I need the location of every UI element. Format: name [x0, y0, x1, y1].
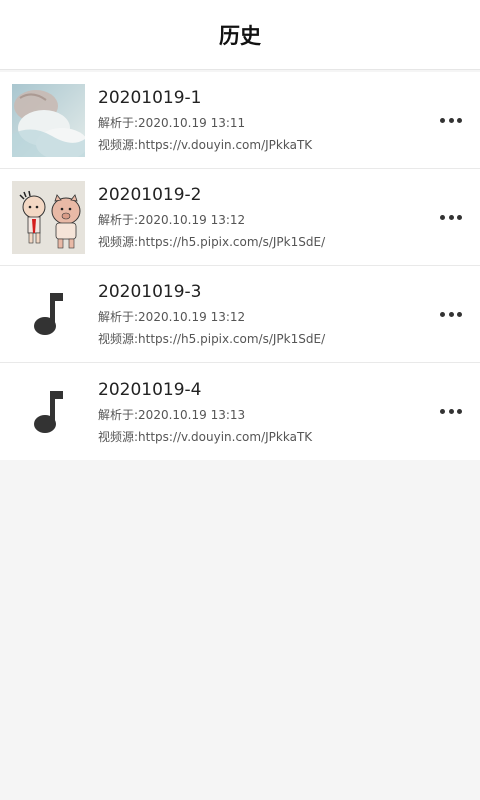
audio-thumbnail	[12, 375, 85, 448]
item-title: 20201019-3	[98, 282, 202, 302]
item-title: 20201019-2	[98, 185, 202, 205]
video-thumbnail	[12, 83, 85, 157]
more-dot	[440, 409, 445, 414]
parsed-time: 解析于:2020.10.19 13:12	[98, 213, 246, 227]
more-dot	[448, 409, 454, 414]
more-dot	[448, 214, 454, 220]
more-options-button[interactable]	[440, 115, 462, 125]
video-thumbnail	[12, 180, 85, 254]
more-dot	[440, 311, 445, 317]
history-item[interactable]: 20201019-3 解析于:2020.10.19 13:12 视频源:http…	[0, 266, 480, 363]
video-source: 视频源:https://v.douyin.com/JPkkaTK	[98, 138, 313, 152]
history-item[interactable]: 20201019-4 解析于:2020.10.19 13:13 视频源:http…	[0, 363, 480, 460]
more-options-button[interactable]	[440, 407, 462, 417]
more-options-button[interactable]	[440, 309, 462, 319]
cartoon-pig-image	[12, 180, 85, 254]
parsed-time: 解析于:2020.10.19 13:11	[98, 116, 246, 130]
music-note-icon	[33, 390, 63, 433]
top-bar: 历史	[0, 0, 480, 70]
more-dot	[457, 311, 462, 317]
more-dot	[440, 214, 445, 220]
more-dot	[448, 311, 454, 317]
more-dot	[448, 117, 454, 123]
parsed-time: 解析于:2020.10.19 13:13	[98, 407, 246, 422]
history-list: 20201019-1 解析于:2020.10.19 13:11 视频源:http…	[0, 72, 480, 460]
more-options-button[interactable]	[440, 212, 462, 222]
more-dot	[440, 117, 445, 123]
item-title: 20201019-4	[98, 379, 202, 400]
parsed-time: 解析于:2020.10.19 13:12	[98, 310, 246, 324]
audio-thumbnail	[12, 277, 85, 351]
history-item[interactable]: 20201019-2 解析于:2020.10.19 13:12 视频源:http…	[0, 169, 480, 266]
more-dot	[457, 117, 462, 123]
item-text: 20201019-1 解析于:2020.10.19 13:11 视频源:http…	[98, 87, 312, 153]
item-title: 20201019-1	[98, 88, 202, 108]
history-item[interactable]: 20201019-1 解析于:2020.10.19 13:11 视频源:http…	[0, 72, 480, 169]
page-title: 历史	[219, 23, 261, 48]
video-source: 视频源:https://h5.pipix.com/s/JPk1SdE/	[98, 235, 326, 249]
item-text: 20201019-4 解析于:2020.10.19 13:13 视频源:http…	[98, 379, 312, 445]
baby-photo-image	[12, 83, 85, 157]
music-note-icon	[33, 293, 63, 335]
video-source: 视频源:https://v.douyin.com/JPkkaTK	[98, 429, 313, 444]
more-dot	[457, 214, 462, 220]
video-source: 视频源:https://h5.pipix.com/s/JPk1SdE/	[98, 332, 326, 346]
more-dot	[457, 409, 462, 414]
item-text: 20201019-3 解析于:2020.10.19 13:12 视频源:http…	[98, 281, 325, 347]
item-text: 20201019-2 解析于:2020.10.19 13:12 视频源:http…	[98, 184, 325, 250]
